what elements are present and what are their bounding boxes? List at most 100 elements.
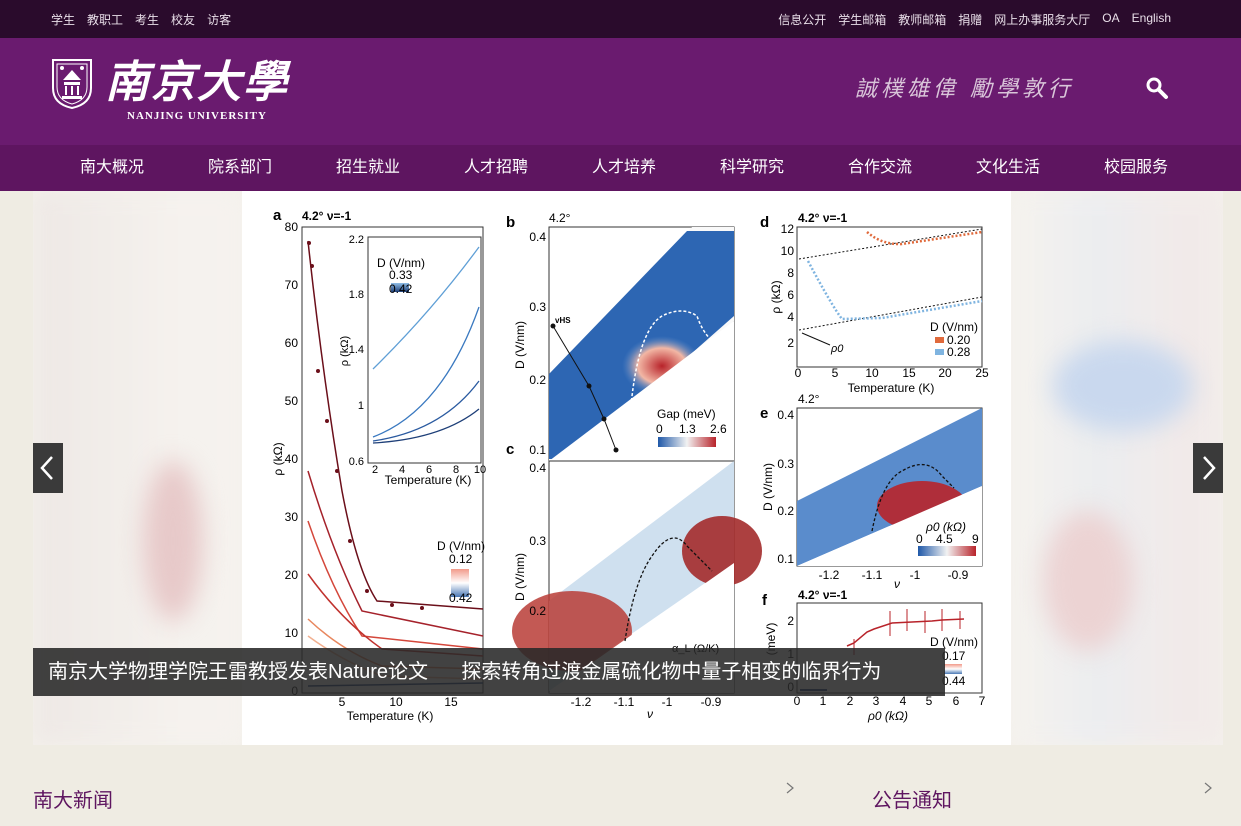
panel-f-legend-title: D (V/nm) [930,635,978,649]
panel-a-legend-title: D (V/nm) [437,539,485,553]
panel-f-xticks: 0 1 2 3 4 5 6 7 [794,694,986,708]
link-alumni[interactable]: 校友 [171,11,195,28]
svg-text:5: 5 [832,366,839,380]
nav-item-cooperation[interactable]: 合作交流 [816,145,944,191]
panel-f-label: f [762,592,768,609]
panel-e-ylabel: D (V/nm) [761,463,775,511]
main-navigation: 南大概况 院系部门 招生就业 人才招聘 人才培养 科学研究 合作交流 文化生活 … [0,145,1241,191]
svg-text:0.2: 0.2 [777,504,794,518]
carousel-prev-button[interactable] [33,443,63,493]
panel-b-label: b [506,214,515,231]
carousel-caption[interactable]: 南京大学物理学院王雷教授发表Nature论文 探索转角过渡金属硫化物中量子相变的… [33,648,945,696]
panel-b-ylabel: D (V/nm) [513,321,527,369]
nav-item-overview[interactable]: 南大概况 [48,145,176,191]
nav-item-research[interactable]: 科学研究 [688,145,816,191]
panel-e-title: 4.2° [798,392,820,406]
svg-text:0: 0 [795,366,802,380]
panel-a-label: a [273,207,282,224]
panel-a-inset-legend-top: 0.33 [389,268,413,282]
panel-f-legend-bottom: 0.44 [942,674,966,688]
svg-text:0: 0 [656,422,663,436]
notices-more-chevron-icon[interactable] [1201,781,1215,795]
search-icon[interactable] [1145,76,1169,100]
university-logo[interactable]: 南京大學 NANJING UNIVERSITY [51,58,289,122]
panel-b-vhs-label: vHS [555,316,571,325]
svg-text:-1.1: -1.1 [862,568,883,582]
svg-text:0.4: 0.4 [777,408,794,422]
link-student-mail[interactable]: 学生邮箱 [838,11,886,28]
panel-a-inset-xlabel: Temperature (K) [385,473,472,487]
utility-links: 信息公开 学生邮箱 教师邮箱 捐赠 网上办事服务大厅 OA English [778,11,1171,28]
svg-text:0.1: 0.1 [777,552,794,566]
svg-text:12: 12 [781,222,795,236]
svg-text:5: 5 [339,695,346,709]
panel-b-cbar-title: Gap (meV) [657,407,716,421]
svg-text:0.3: 0.3 [777,457,794,471]
panel-c-yticks: 0.4 0.3 0.2 [529,461,546,618]
svg-text:4: 4 [900,694,907,708]
link-donate[interactable]: 捐赠 [958,11,982,28]
link-applicants[interactable]: 考生 [135,11,159,28]
svg-text:2.2: 2.2 [349,234,364,246]
panel-a-inset-ylabel: ρ (kΩ) [339,336,351,366]
link-info-disclosure[interactable]: 信息公开 [778,11,826,28]
link-staff[interactable]: 教职工 [87,11,123,28]
panel-a-inset-legend-bottom: 0.42 [389,282,413,296]
svg-text:60: 60 [285,336,299,350]
panel-c-ylabel: D (V/nm) [513,553,527,601]
svg-text:-1: -1 [662,695,673,709]
link-visitors[interactable]: 访客 [207,11,231,28]
link-english[interactable]: English [1132,11,1171,28]
nav-item-education[interactable]: 人才培养 [560,145,688,191]
backdrop-blob [1043,511,1133,651]
panel-e-xlabel: ν [894,577,900,591]
panel-c-xlabel: ν [647,707,653,721]
chevron-right-icon [1203,456,1216,480]
nav-item-campus-services[interactable]: 校园服务 [1072,145,1200,191]
nav-item-departments[interactable]: 院系部门 [176,145,304,191]
link-online-service[interactable]: 网上办事服务大厅 [994,11,1090,28]
logo-english-name: NANJING UNIVERSITY [127,110,267,122]
svg-text:0.3: 0.3 [529,534,546,548]
nav-item-recruitment[interactable]: 人才招聘 [432,145,560,191]
panel-d-fit-upper [798,228,983,260]
panel-b-colorbar [658,437,716,447]
svg-text:70: 70 [285,278,299,292]
panel-a-title: 4.2° ν=-1 [302,209,351,223]
panel-d-rho0-label: ρ0 [830,343,844,355]
panel-e-label: e [760,405,768,422]
carousel-next-button[interactable] [1193,443,1223,493]
link-teacher-mail[interactable]: 教师邮箱 [898,11,946,28]
svg-text:25: 25 [975,366,989,380]
svg-text:15: 15 [902,366,916,380]
svg-text:40: 40 [285,452,299,466]
link-oa[interactable]: OA [1102,11,1119,28]
svg-text:30: 30 [285,510,299,524]
backdrop-blob [1053,341,1193,431]
panel-f-legend-swatch [944,664,962,674]
svg-text:20: 20 [285,568,299,582]
svg-text:4: 4 [787,310,794,324]
section-title-notices[interactable]: 公告通知 [872,784,952,813]
svg-text:0.1: 0.1 [529,443,546,457]
svg-text:0.4: 0.4 [529,230,546,244]
logo-text: 南京大學 NANJING UNIVERSITY [105,58,289,123]
svg-text:10: 10 [865,366,879,380]
backdrop-blob [143,461,203,621]
panel-b-title: 4.2° [549,211,571,225]
svg-text:6: 6 [787,288,794,302]
nav-item-admissions[interactable]: 招生就业 [304,145,432,191]
svg-text:3: 3 [873,694,880,708]
section-title-news[interactable]: 南大新闻 [33,784,113,813]
svg-text:50: 50 [285,394,299,408]
panel-a-yticks: 80 70 60 50 40 30 20 10 0 [285,220,299,698]
link-students[interactable]: 学生 [51,11,75,28]
legend-swatch-020 [935,337,944,343]
panel-d-legend-title: D (V/nm) [930,320,978,334]
panel-d-label: d [760,214,769,231]
panel-e-yticks: 0.4 0.3 0.2 0.1 [777,408,794,566]
svg-text:2.6: 2.6 [710,422,727,436]
nav-item-culture[interactable]: 文化生活 [944,145,1072,191]
svg-text:2: 2 [372,464,378,476]
news-more-chevron-icon[interactable] [783,781,797,795]
